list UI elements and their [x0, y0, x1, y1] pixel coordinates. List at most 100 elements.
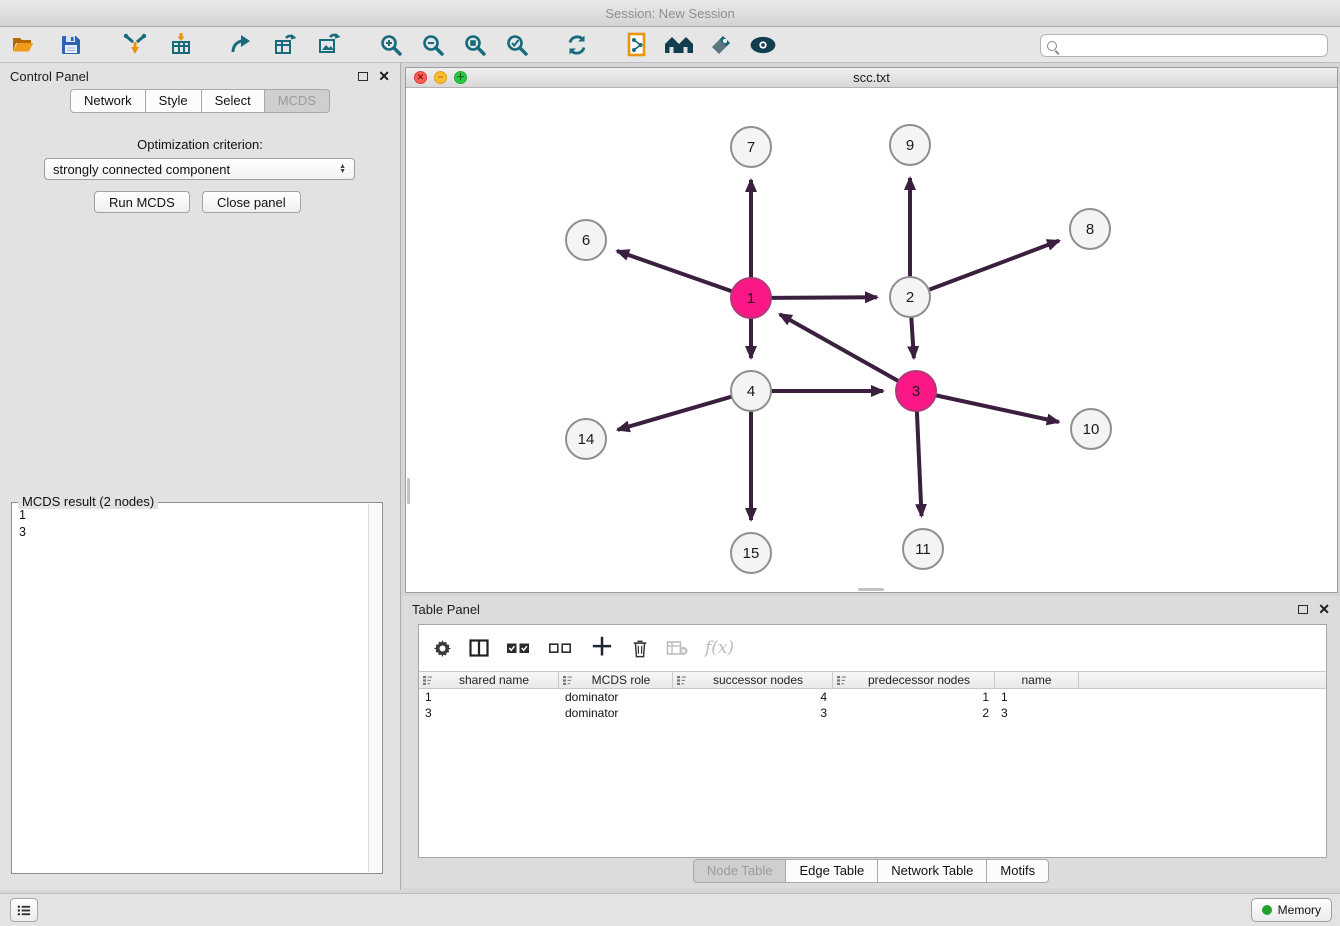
tab-select[interactable]: Select: [202, 89, 265, 113]
zoom-fit-button[interactable]: [460, 30, 490, 60]
zoom-selected-button[interactable]: [502, 30, 532, 60]
control-panel: Control Panel ✕ Network Style Select MCD…: [0, 63, 401, 890]
result-scrollbar-track[interactable]: [368, 504, 381, 872]
window-titlebar: Session: New Session: [0, 0, 1340, 27]
run-mcds-button[interactable]: Run MCDS: [94, 191, 190, 213]
table-settings-button[interactable]: [433, 639, 452, 658]
control-panel-title: Control Panel: [10, 69, 89, 84]
mcds-result-title: MCDS result (2 nodes): [18, 494, 158, 509]
deselect-all-rows-button[interactable]: [548, 640, 573, 656]
delete-table-button[interactable]: [666, 640, 688, 656]
column-header-mcds-role[interactable]: MCDS role: [559, 672, 673, 688]
cell-shared-name: 3: [419, 706, 559, 720]
edge-1-2[interactable]: [771, 297, 877, 298]
show-hide-button[interactable]: [748, 30, 778, 60]
style-button[interactable]: [706, 30, 736, 60]
horizontal-scrollbar-thumb[interactable]: [858, 588, 884, 591]
function-builder-button[interactable]: f(x): [705, 638, 734, 658]
edge-2-3[interactable]: [911, 317, 914, 358]
close-table-panel-icon[interactable]: ✕: [1318, 602, 1330, 616]
tab-style[interactable]: Style: [146, 89, 202, 113]
gear-icon: [433, 639, 452, 658]
column-header-predecessor-nodes[interactable]: predecessor nodes: [833, 672, 995, 688]
minimize-window-icon[interactable]: −: [434, 71, 447, 84]
tab-network[interactable]: Network: [70, 89, 146, 113]
export-image-button[interactable]: [314, 30, 344, 60]
table-delete-icon: [666, 640, 688, 656]
tab-motifs[interactable]: Motifs: [987, 859, 1049, 883]
node-label-7: 7: [747, 139, 755, 156]
float-panel-icon[interactable]: [358, 72, 368, 81]
main-toolbar: [0, 27, 1340, 63]
table-row[interactable]: 1 dominator 4 1 1: [419, 689, 1326, 705]
open-session-button[interactable]: [8, 30, 38, 60]
node-label-8: 8: [1086, 221, 1094, 238]
select-all-rows-button[interactable]: [506, 640, 531, 656]
node-label-3: 3: [912, 383, 920, 400]
table-panel-header: Table Panel ✕: [402, 596, 1340, 622]
trash-icon: [631, 638, 649, 659]
table-row[interactable]: 3 dominator 3 2 3: [419, 705, 1326, 721]
column-header-shared-name[interactable]: shared name: [419, 672, 559, 688]
column-header-name[interactable]: name: [995, 672, 1079, 688]
tab-mcds[interactable]: MCDS: [265, 89, 330, 113]
import-table-button[interactable]: [166, 30, 196, 60]
refresh-button[interactable]: [562, 30, 592, 60]
search-icon: [1047, 41, 1057, 51]
node-table-window: ＋ f(x) shared name MCD: [418, 624, 1327, 858]
float-table-panel-icon[interactable]: [1298, 605, 1308, 614]
zoom-out-button[interactable]: [418, 30, 448, 60]
tab-network-table[interactable]: Network Table: [878, 859, 987, 883]
network-canvas[interactable]: 7968124314101511: [406, 88, 1337, 592]
edge-3-1[interactable]: [780, 314, 899, 381]
table-panel-tabs: Node Table Edge Table Network Table Moti…: [402, 859, 1340, 883]
close-window-icon[interactable]: ✕: [414, 71, 427, 84]
add-column-button[interactable]: ＋: [590, 636, 614, 660]
save-session-button[interactable]: [56, 30, 86, 60]
table-toolbar: ＋ f(x): [419, 625, 1326, 671]
node-label-14: 14: [578, 431, 595, 448]
optimization-criterion-select[interactable]: strongly connected component ▲▼: [44, 158, 355, 180]
edge-1-6[interactable]: [617, 251, 732, 291]
network-window-titlebar[interactable]: ✕ − ＋ scc.txt: [406, 68, 1337, 88]
task-history-button[interactable]: [10, 898, 38, 922]
search-box[interactable]: [1040, 34, 1328, 57]
edge-3-10[interactable]: [936, 395, 1059, 422]
tab-node-table[interactable]: Node Table: [693, 859, 787, 883]
annotation-document-button[interactable]: [622, 30, 652, 60]
cell-predecessor-nodes: 1: [833, 690, 995, 704]
column-header-successor-nodes[interactable]: successor nodes: [673, 672, 833, 688]
zoom-window-icon[interactable]: ＋: [454, 71, 467, 84]
zoom-in-button[interactable]: [376, 30, 406, 60]
tab-edge-table[interactable]: Edge Table: [786, 859, 878, 883]
node-label-15: 15: [743, 545, 760, 562]
export-table-button[interactable]: [270, 30, 300, 60]
column-layout-button[interactable]: [469, 639, 489, 657]
unchecked-boxes-icon: [548, 640, 573, 656]
import-network-button[interactable]: [120, 30, 150, 60]
node-label-2: 2: [906, 289, 914, 306]
sort-tree-icon: [562, 675, 573, 686]
edge-2-8[interactable]: [929, 241, 1059, 290]
first-neighbors-button[interactable]: [664, 30, 694, 60]
network-view-window: ✕ − ＋ scc.txt 7968124314101511: [405, 67, 1338, 593]
memory-button[interactable]: Memory: [1251, 898, 1332, 922]
application-window: Session: New Session: [0, 0, 1340, 926]
search-input[interactable]: [1062, 38, 1321, 54]
mcds-result-box: 1 3: [11, 502, 383, 874]
close-panel-icon[interactable]: ✕: [378, 69, 390, 83]
node-label-10: 10: [1083, 421, 1100, 438]
cell-predecessor-nodes: 2: [833, 706, 995, 720]
refresh-icon: [565, 33, 589, 57]
import-table-icon: [169, 33, 193, 57]
delete-column-button[interactable]: [631, 638, 649, 659]
table-header-row: shared name MCDS role successor nodes pr…: [419, 671, 1326, 689]
vertical-scrollbar-thumb[interactable]: [407, 478, 410, 504]
edge-3-11[interactable]: [917, 411, 922, 516]
cell-mcds-role: dominator: [559, 706, 673, 720]
close-panel-button[interactable]: Close panel: [202, 191, 301, 213]
cell-name: 3: [995, 706, 1079, 720]
export-network-button[interactable]: [226, 30, 256, 60]
edge-4-14[interactable]: [618, 397, 732, 430]
export-table-icon: [273, 33, 297, 57]
